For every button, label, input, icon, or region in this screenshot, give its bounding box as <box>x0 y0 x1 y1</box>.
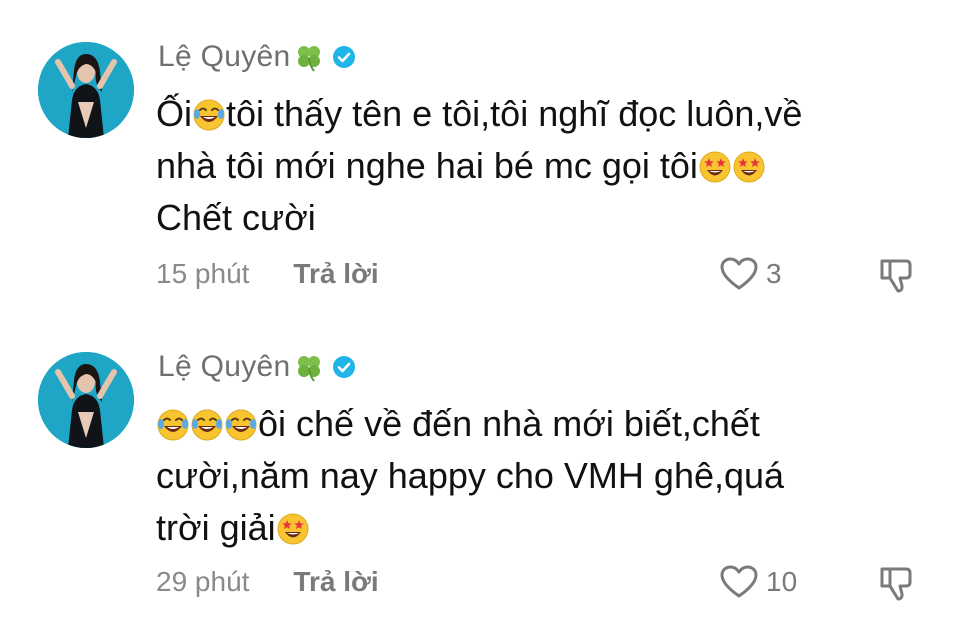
text-segment: tôi thấy tên e tôi,tôi nghĩ đọc luôn,về <box>226 93 803 134</box>
reply-button[interactable]: Trả lời <box>293 566 378 598</box>
comment-text: Ối tôi thấy tên e tôi,tôi nghĩ đọc luôn,… <box>156 88 926 244</box>
star-struck-emoji <box>698 146 732 183</box>
text-segment: cười,năm nay happy cho VMH ghê,quá <box>156 455 785 496</box>
dislike-button[interactable] <box>876 256 916 293</box>
four-leaf-clover-emoji <box>294 352 324 382</box>
comment-text-line: cười,năm nay happy cho VMH ghê,quá <box>156 450 926 502</box>
comment-header: Lệ Quyên <box>158 346 356 388</box>
like-button[interactable]: 10 <box>720 564 797 600</box>
timestamp: 29 phút <box>156 566 250 597</box>
comment-text-line: Ối tôi thấy tên e tôi,tôi nghĩ đọc luôn,… <box>156 88 926 140</box>
comment-text: ôi chế về đến nhà mới biết,chết cười,năm… <box>156 398 926 554</box>
like-button[interactable]: 3 <box>720 256 782 292</box>
text-segment: Chết cười <box>156 197 316 238</box>
comment-text-line: ôi chế về đến nhà mới biết,chết <box>156 398 926 450</box>
author-name[interactable]: Lệ Quyên <box>158 40 291 74</box>
comment-meta: 29 phút Trả lời <box>156 564 379 600</box>
thumbs-down-icon <box>880 259 912 293</box>
heart-icon <box>720 565 758 598</box>
comment-meta: 15 phút Trả lời <box>156 256 379 292</box>
thumbs-down-icon <box>880 567 912 601</box>
face-with-tears-of-joy-emoji <box>190 404 224 441</box>
timestamp: 15 phút <box>156 258 250 289</box>
like-count: 10 <box>766 566 798 597</box>
comment-text-line: trời giải <box>156 502 926 554</box>
face-with-tears-of-joy-emoji <box>192 94 226 131</box>
author-name[interactable]: Lệ Quyên <box>158 350 291 384</box>
face-with-tears-of-joy-emoji <box>156 404 190 441</box>
text-segment: Ối <box>156 93 192 134</box>
face-with-tears-of-joy-emoji <box>224 404 258 441</box>
avatar[interactable] <box>38 42 134 138</box>
comment-text-line: nhà tôi mới nghe hai bé mc gọi tôi <box>156 140 926 192</box>
text-segment: ôi chế về đến nhà mới biết,chết <box>258 403 760 444</box>
verified-badge-icon <box>332 45 356 69</box>
comment-text-line: Chết cười <box>156 192 926 244</box>
comment-header: Lệ Quyên <box>158 36 356 78</box>
text-segment: nhà tôi mới nghe hai bé mc gọi tôi <box>156 145 698 186</box>
verified-badge-icon <box>332 355 356 379</box>
heart-icon <box>720 257 758 290</box>
star-struck-emoji <box>276 508 310 545</box>
four-leaf-clover-emoji <box>294 42 324 72</box>
reply-button[interactable]: Trả lời <box>293 258 378 290</box>
avatar[interactable] <box>38 352 134 448</box>
star-struck-emoji <box>732 146 766 183</box>
text-segment: trời giải <box>156 507 276 548</box>
dislike-button[interactable] <box>876 564 916 601</box>
like-count: 3 <box>766 258 782 289</box>
